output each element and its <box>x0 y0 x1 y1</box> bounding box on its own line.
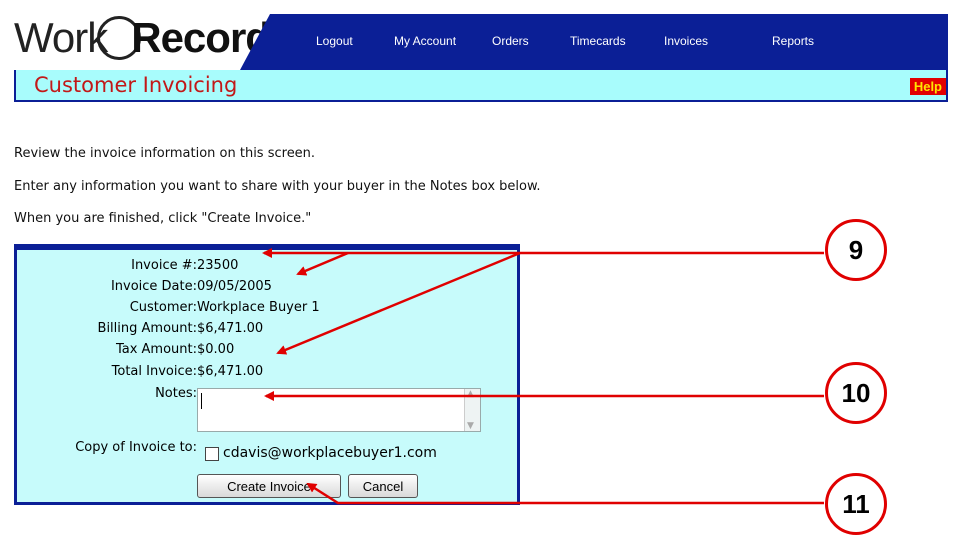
callout-11: 11 <box>825 473 887 535</box>
callout-9: 9 <box>825 219 887 281</box>
arrow-to-create-invoice <box>306 482 824 505</box>
arrow-to-invoice-date <box>296 251 349 276</box>
annotation-arrows <box>262 248 824 505</box>
callout-10: 10 <box>825 362 887 424</box>
